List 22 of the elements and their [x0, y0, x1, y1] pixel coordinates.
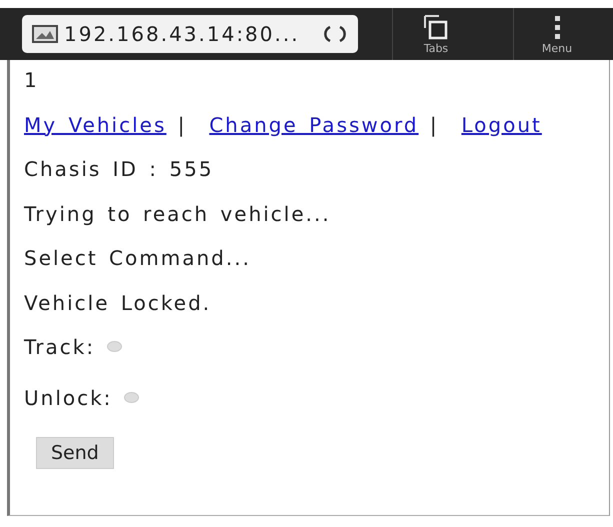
nav-link[interactable]: Logout [461, 112, 542, 136]
menu-button[interactable]: Menu [514, 14, 600, 54]
tabs-button[interactable]: Tabs [393, 14, 479, 54]
url-text: 192.168.43.14:80... [64, 22, 301, 46]
reload-icon[interactable] [322, 23, 348, 45]
send-button[interactable]: Send [36, 437, 114, 469]
nav-link[interactable]: Change Password [209, 112, 419, 136]
status-text: Chasis ID : 555 [24, 157, 215, 183]
option-label: Track: [24, 335, 96, 359]
radio-button[interactable] [124, 392, 140, 403]
separator-text: | [428, 112, 440, 136]
separator-text: | [176, 112, 188, 136]
nav-link[interactable]: My Vehicles [24, 112, 166, 136]
status-text: Select Command... [24, 246, 252, 272]
radio-button[interactable] [107, 341, 122, 352]
image-icon [32, 25, 58, 43]
menu-icon [552, 14, 562, 42]
option-label: Unlock: [24, 386, 112, 410]
counter-text: 1 [24, 68, 40, 94]
status-text: Trying to reach vehicle... [24, 202, 332, 228]
status-text: Vehicle Locked. [24, 290, 212, 316]
address-field[interactable]: 192.168.43.14:80... [22, 15, 358, 53]
